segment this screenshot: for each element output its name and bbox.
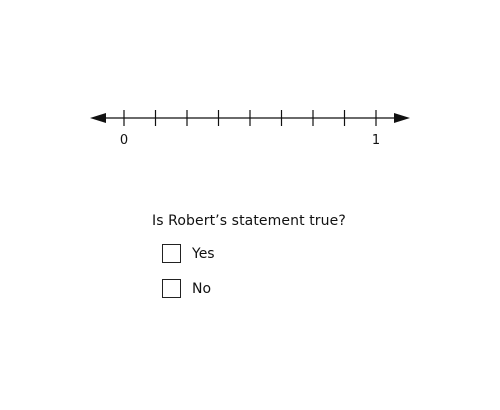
number-line: 0 1: [90, 110, 410, 148]
right-arrow-icon: [394, 113, 410, 123]
no-label: No: [192, 280, 212, 297]
choice-no[interactable]: No: [162, 279, 211, 298]
choice-yes[interactable]: Yes: [162, 244, 215, 263]
left-arrow-icon: [90, 113, 106, 123]
start-label: 0: [120, 133, 128, 148]
yes-label: Yes: [192, 245, 215, 262]
end-label: 1: [372, 133, 380, 148]
question-text: Is Robert’s statement true?: [152, 213, 346, 229]
no-checkbox[interactable]: [162, 279, 181, 298]
yes-checkbox[interactable]: [162, 244, 181, 263]
